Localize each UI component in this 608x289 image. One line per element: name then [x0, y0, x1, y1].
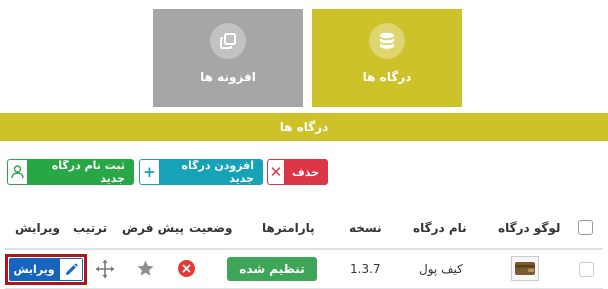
- register-gateway-button[interactable]: ثبت نام درگاه جدید: [7, 159, 134, 185]
- params-configured-button[interactable]: تنظیم شده: [227, 257, 317, 281]
- copy-icon: [210, 23, 246, 59]
- delete-button-label: حذف: [291, 165, 319, 179]
- header-edit: ویرایش: [15, 221, 61, 235]
- edit-button[interactable]: ویرایش: [9, 258, 83, 281]
- gateways-tile-label: درگاه ها: [362, 70, 412, 84]
- header-default: پیش فرض: [122, 221, 185, 235]
- select-all-checkbox[interactable]: [578, 220, 593, 235]
- addons-tile[interactable]: افزونه ها: [153, 9, 303, 107]
- edit-button-label: ویرایش: [9, 258, 59, 281]
- status-inactive-icon[interactable]: [178, 260, 195, 277]
- wallet-icon: [515, 262, 535, 275]
- header-name: نام درگاه: [413, 221, 467, 235]
- addons-tile-label: افزونه ها: [200, 70, 256, 84]
- row-checkbox[interactable]: [579, 262, 594, 277]
- delete-button[interactable]: ✕ حذف: [267, 159, 328, 185]
- header-params: پارامترها: [262, 221, 315, 235]
- header-order: ترتیب: [73, 221, 108, 235]
- params-configured-label: تنظیم شده: [239, 262, 305, 276]
- add-gateway-button-label: افزودن درگاه جدید: [181, 159, 254, 185]
- header-version: نسخه: [349, 221, 382, 235]
- pencil-icon: [59, 258, 83, 281]
- gateways-tile[interactable]: درگاه ها: [312, 9, 462, 107]
- database-icon: [369, 23, 405, 59]
- close-icon: ✕: [268, 160, 284, 184]
- add-gateway-button[interactable]: + افزودن درگاه جدید: [139, 159, 263, 185]
- move-icon[interactable]: [95, 259, 115, 283]
- plus-icon: +: [140, 160, 159, 184]
- section-title: درگاه ها: [279, 120, 329, 134]
- gateway-logo: [511, 256, 539, 281]
- register-gateway-button-label: ثبت نام درگاه جدید: [51, 159, 125, 185]
- section-title-bar: درگاه ها: [0, 113, 608, 141]
- header-status: وضعیت: [189, 221, 233, 235]
- user-icon: [8, 160, 28, 184]
- header-logo: لوگو درگاه: [498, 221, 561, 235]
- star-icon[interactable]: [136, 259, 155, 282]
- gateway-name: کیف پول: [419, 262, 463, 276]
- table-header-divider: [5, 248, 603, 250]
- gateway-version: 1.3.7: [350, 262, 381, 276]
